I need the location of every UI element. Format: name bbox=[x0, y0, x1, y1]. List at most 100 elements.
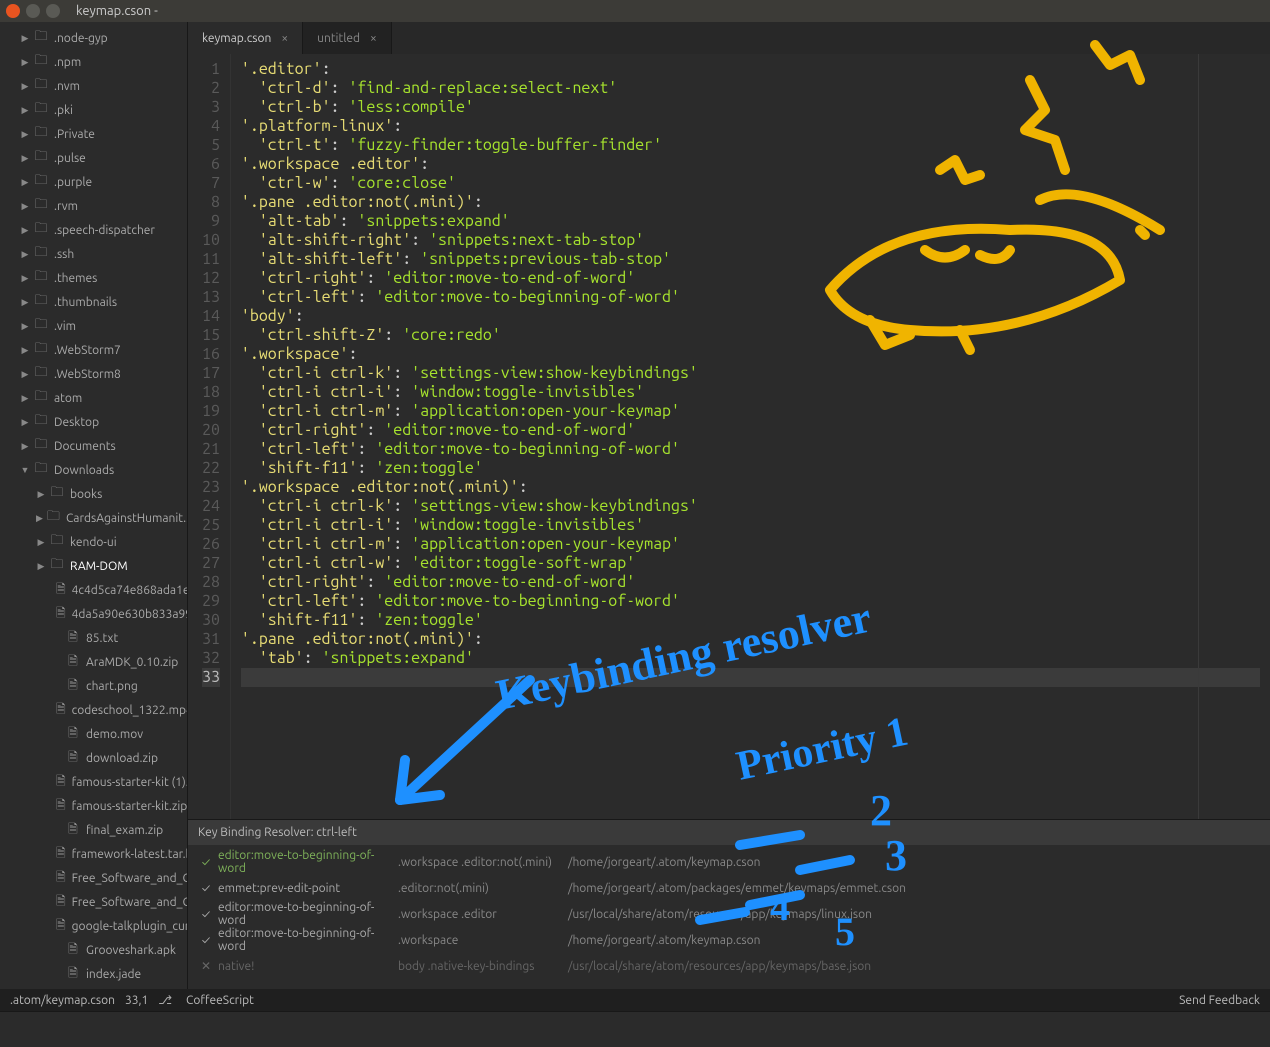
resolver-row[interactable]: ✓emmet:prev-edit-point.editor:not(.mini)… bbox=[198, 875, 1260, 901]
keybinding-resolver-panel: Key Binding Resolver: ctrl-left ✓editor:… bbox=[188, 819, 1270, 989]
tree-folder[interactable]: ▶.node-gyp bbox=[0, 26, 187, 50]
tree-folder[interactable]: ▶ .speech-dispatcher bbox=[0, 218, 187, 242]
send-feedback-link[interactable]: Send Feedback bbox=[1179, 994, 1260, 1007]
tree-folder[interactable]: ▶.themes bbox=[0, 266, 187, 290]
tree-file[interactable]: index.jade bbox=[0, 962, 187, 986]
tree-folder[interactable]: ▶.rvm bbox=[0, 194, 187, 218]
resolver-row[interactable]: ✕native!body .native-key-bindings/usr/lo… bbox=[198, 953, 1260, 979]
resolver-selector: .workspace .editor:not(.mini) bbox=[398, 856, 568, 869]
tree-item-label: .speech-dispatcher bbox=[54, 224, 155, 237]
close-icon[interactable] bbox=[6, 4, 20, 18]
file-tree[interactable]: ▶.node-gyp▶.npm▶.nvm▶.pki▶.Private▶.puls… bbox=[0, 22, 188, 989]
tree-file[interactable]: AraMDK_0.10.zip bbox=[0, 650, 187, 674]
tree-folder[interactable]: ▶.nvm bbox=[0, 74, 187, 98]
tree-folder[interactable]: ▶.purple bbox=[0, 170, 187, 194]
minimize-icon[interactable] bbox=[26, 4, 40, 18]
tree-file[interactable]: demo.mov bbox=[0, 722, 187, 746]
tree-folder[interactable]: ▶kendo-ui bbox=[0, 530, 187, 554]
horizontal-scrollbar[interactable] bbox=[0, 1011, 1270, 1047]
file-icon bbox=[56, 847, 66, 861]
resolver-source: /home/jorgeart/.atom/keymap.cson bbox=[568, 856, 1260, 869]
resolver-source: /home/jorgeart/.atom/keymap.cson bbox=[568, 934, 1260, 947]
chevron-icon: ▶ bbox=[20, 441, 30, 452]
chevron-icon: ▶ bbox=[20, 225, 30, 236]
tree-file[interactable]: famous-starter-kit (1). bbox=[0, 770, 187, 794]
tree-file[interactable]: 85.txt bbox=[0, 626, 187, 650]
tree-item-label: framework-latest.tar.b bbox=[72, 848, 187, 861]
tree-folder[interactable]: ▶.thumbnails bbox=[0, 290, 187, 314]
tree-item-label: google-talkplugin_curr bbox=[72, 920, 187, 933]
file-icon bbox=[56, 919, 66, 933]
tree-file[interactable]: google-talkplugin_curr bbox=[0, 914, 187, 938]
chevron-icon: ▶ bbox=[20, 345, 30, 356]
chevron-icon: ▶ bbox=[20, 393, 30, 404]
file-icon bbox=[66, 679, 80, 693]
check-icon: ✓ bbox=[198, 856, 214, 869]
tab[interactable]: keymap.cson× bbox=[188, 22, 303, 54]
resolver-row[interactable]: ✓editor:move-to-beginning-of-word.worksp… bbox=[198, 927, 1260, 953]
tree-file[interactable]: download.zip bbox=[0, 746, 187, 770]
close-icon[interactable]: × bbox=[281, 32, 288, 45]
file-icon bbox=[66, 967, 80, 981]
tree-folder[interactable]: ▶ atom bbox=[0, 386, 187, 410]
tree-item-label: demo.mov bbox=[86, 728, 143, 741]
tree-file[interactable]: Free_Software_and_C bbox=[0, 890, 187, 914]
tree-file[interactable]: Free_Software_and_C bbox=[0, 866, 187, 890]
tree-file[interactable]: framework-latest.tar.b bbox=[0, 842, 187, 866]
tree-folder[interactable]: ▶.Private bbox=[0, 122, 187, 146]
tree-folder[interactable]: ▶Documents bbox=[0, 434, 187, 458]
file-icon bbox=[56, 799, 66, 813]
tree-file[interactable]: 4da5a90e630b833a99 bbox=[0, 602, 187, 626]
tree-item-label: books bbox=[70, 488, 102, 501]
chevron-icon: ▶ bbox=[36, 537, 46, 548]
tree-item-label: .Private bbox=[54, 128, 95, 141]
folder-icon bbox=[34, 439, 48, 453]
file-icon bbox=[66, 631, 80, 645]
tree-folder[interactable]: ▶.vim bbox=[0, 314, 187, 338]
resolver-selector: .editor:not(.mini) bbox=[398, 882, 568, 895]
resolver-source: /usr/local/share/atom/resources/app/keym… bbox=[568, 960, 1260, 973]
tab[interactable]: untitled× bbox=[303, 22, 392, 54]
tree-folder[interactable]: ▶.pulse bbox=[0, 146, 187, 170]
tree-item-label: 85.txt bbox=[86, 632, 118, 645]
status-language[interactable]: CoffeeScript bbox=[186, 994, 254, 1007]
tree-file[interactable]: 4c4d5ca74e868ada1e bbox=[0, 578, 187, 602]
chevron-icon: ▶ bbox=[20, 201, 30, 212]
tree-item-label: atom bbox=[54, 392, 82, 405]
tree-file[interactable]: codeschool_1322.mp4 bbox=[0, 698, 187, 722]
tree-file[interactable]: Grooveshark.apk bbox=[0, 938, 187, 962]
tree-folder[interactable]: ▼Downloads bbox=[0, 458, 187, 482]
tree-folder[interactable]: ▶Desktop bbox=[0, 410, 187, 434]
code-area[interactable]: '.editor': 'ctrl-d': 'find-and-replace:s… bbox=[231, 54, 1270, 819]
tree-folder[interactable]: ▶.WebStorm8 bbox=[0, 362, 187, 386]
tree-folder[interactable]: ▶ .WebStorm7 bbox=[0, 338, 187, 362]
file-icon bbox=[56, 583, 66, 597]
chevron-icon: ▶ bbox=[20, 321, 30, 332]
resolver-row[interactable]: ✓editor:move-to-beginning-of-word.worksp… bbox=[198, 901, 1260, 927]
tree-item-label: .WebStorm7 bbox=[54, 344, 121, 357]
tree-file[interactable]: famous-starter-kit.zip bbox=[0, 794, 187, 818]
editor-pane[interactable]: 1234567891011121314151617181920212223242… bbox=[188, 54, 1270, 819]
resolver-title: Key Binding Resolver: ctrl-left bbox=[188, 820, 1270, 845]
tree-folder[interactable]: ▶.pki bbox=[0, 98, 187, 122]
tree-folder[interactable]: ▶.ssh bbox=[0, 242, 187, 266]
tree-item-label: 4da5a90e630b833a99 bbox=[72, 608, 187, 621]
check-icon: ✓ bbox=[198, 934, 214, 947]
resolver-command: emmet:prev-edit-point bbox=[218, 882, 398, 895]
tree-folder[interactable]: ▶.npm bbox=[0, 50, 187, 74]
tree-file[interactable]: chart.png bbox=[0, 674, 187, 698]
tree-folder[interactable]: ▶books bbox=[0, 482, 187, 506]
file-icon bbox=[66, 751, 80, 765]
tree-file[interactable]: final_exam.zip bbox=[0, 818, 187, 842]
tree-folder[interactable]: ▶RAM-DOM bbox=[0, 554, 187, 578]
tree-item-label: famous-starter-kit.zip bbox=[72, 800, 187, 813]
tree-item-label: .pulse bbox=[54, 152, 86, 165]
file-icon bbox=[56, 871, 66, 885]
tree-folder[interactable]: ▶CardsAgainstHumanit... bbox=[0, 506, 187, 530]
resolver-row[interactable]: ✓editor:move-to-beginning-of-word.worksp… bbox=[198, 849, 1260, 875]
tree-item-label: Free_Software_and_C bbox=[72, 896, 187, 909]
folder-icon bbox=[34, 415, 48, 429]
close-icon[interactable]: × bbox=[370, 32, 377, 45]
maximize-icon[interactable] bbox=[46, 4, 60, 18]
chevron-icon: ▼ bbox=[20, 465, 30, 475]
